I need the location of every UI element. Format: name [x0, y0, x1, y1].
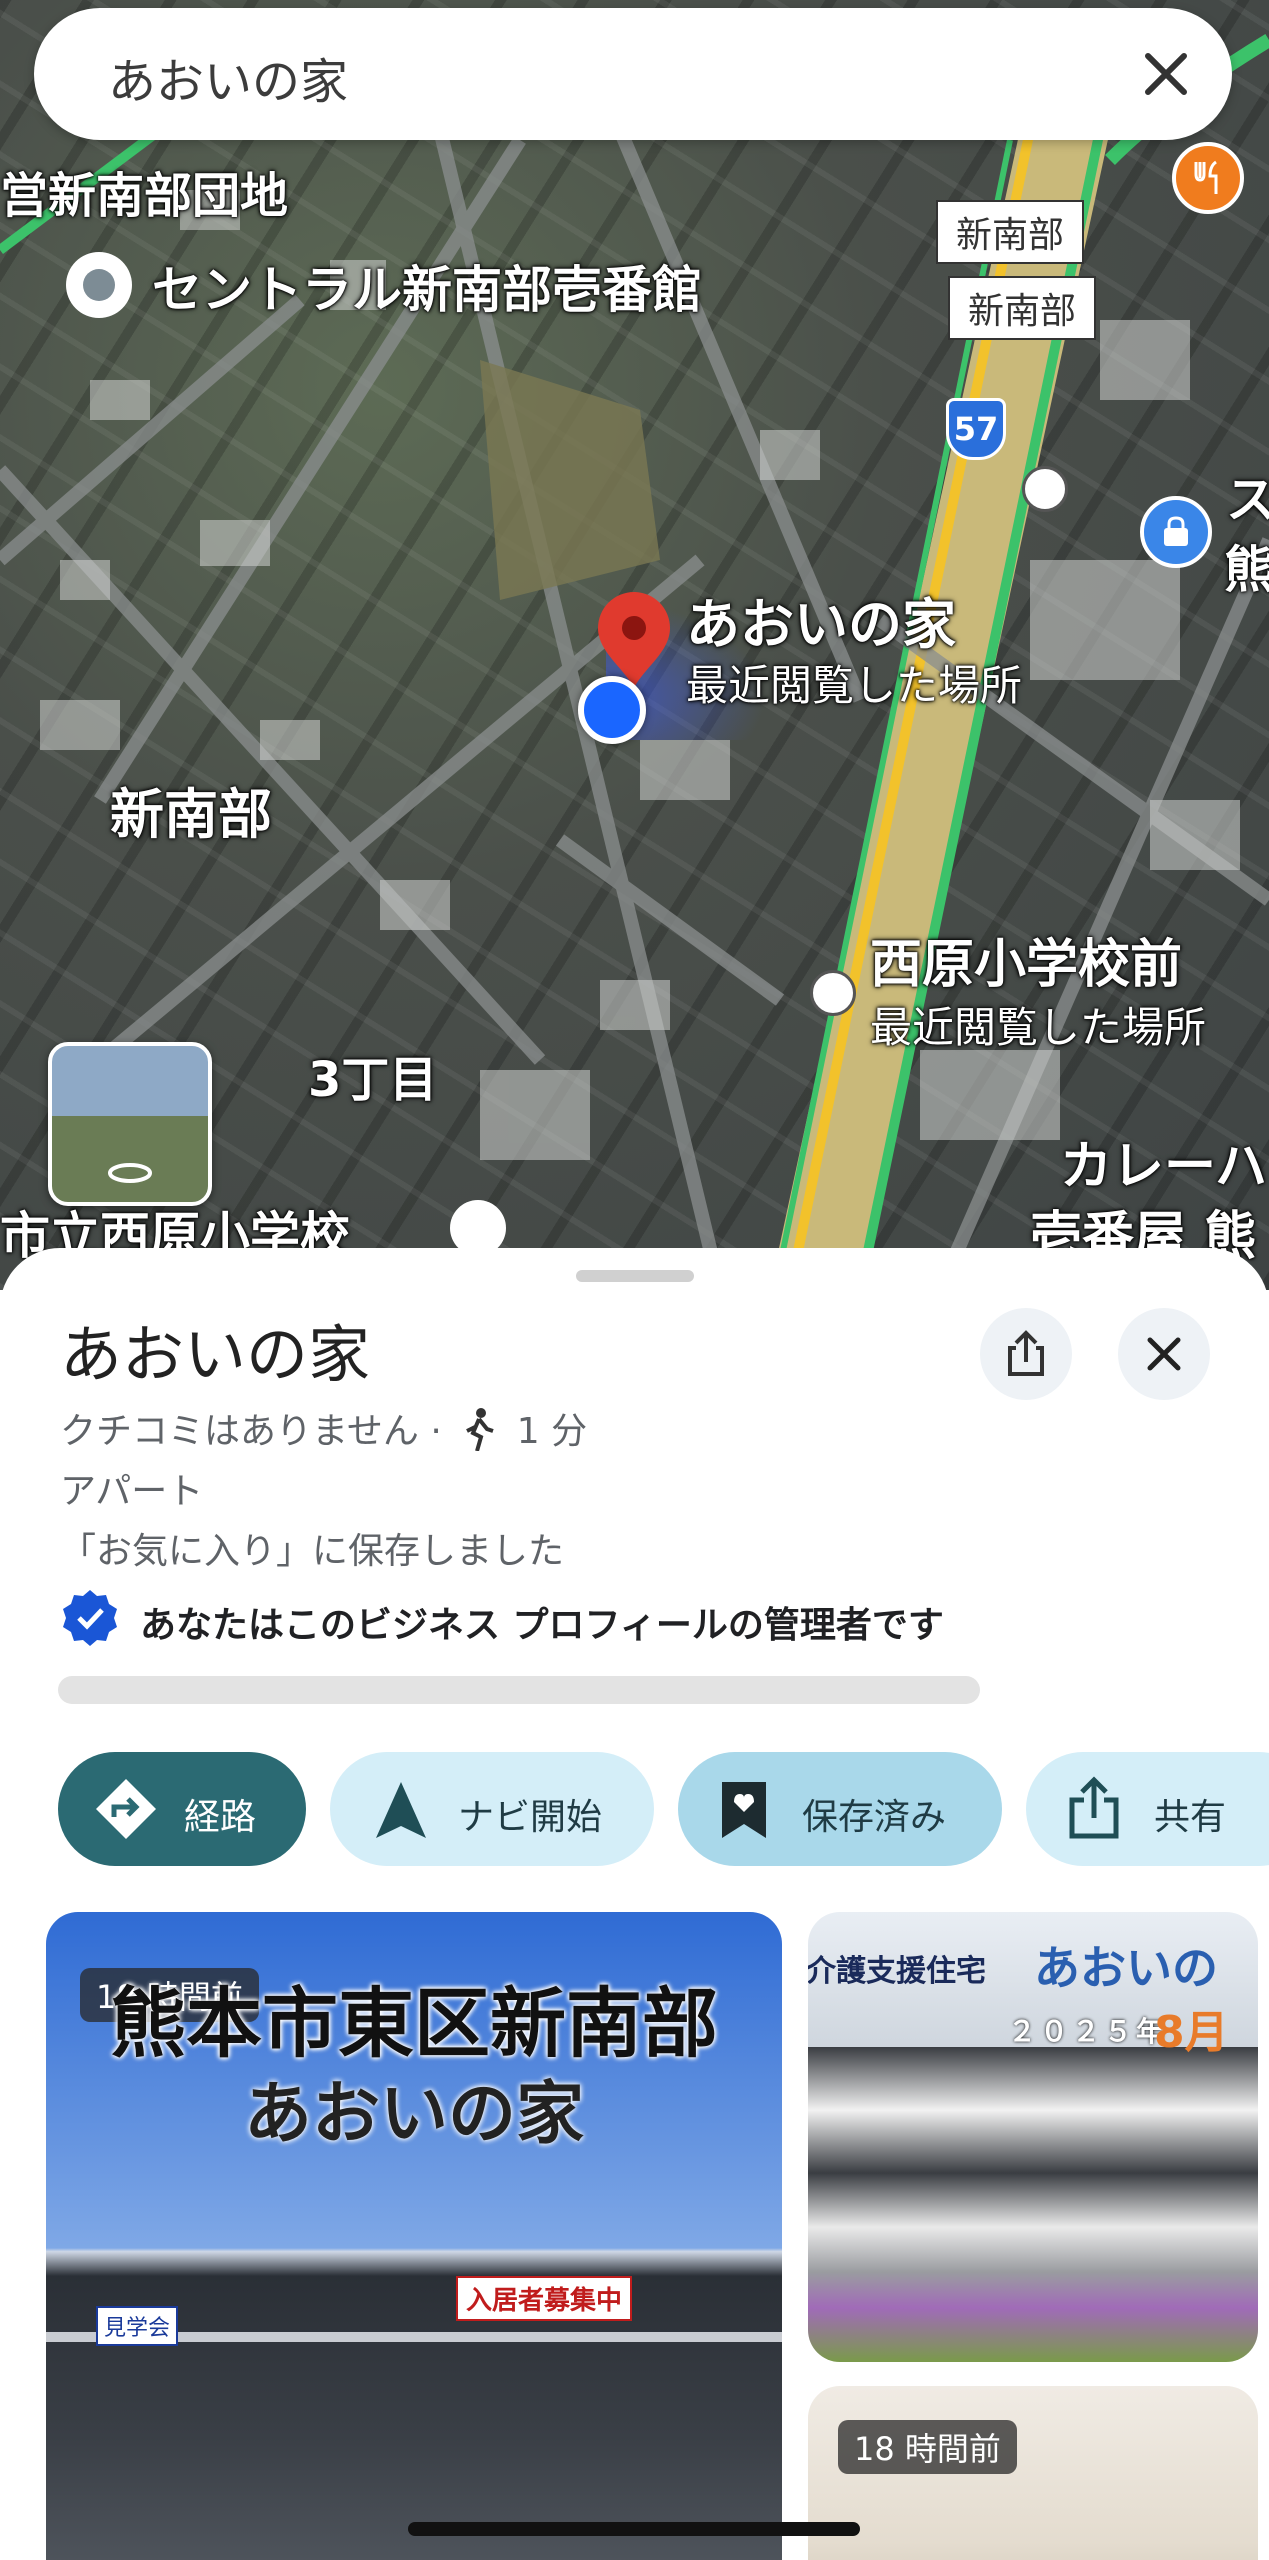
share-icon — [1008, 1330, 1044, 1376]
home-indicator — [408, 2522, 860, 2536]
saved-button[interactable]: 保存済み — [678, 1752, 1002, 1866]
place-sheet: あおいの家 クチコミはありません · 1 分 アパート 「お気に入り」に保存しま… — [0, 1248, 1269, 2560]
map-label-shinnanbu: 新南部 — [110, 783, 272, 846]
my-location-dot — [578, 676, 646, 744]
restaurant-icon[interactable] — [1172, 142, 1244, 214]
banner-open-house: 見学会 — [96, 2306, 179, 2346]
bus-stop-icon[interactable] — [810, 970, 856, 1016]
reviews-text: クチコミはありません · — [60, 1411, 442, 1452]
station-label-2[interactable]: 新南部 — [948, 276, 1097, 340]
selected-place-pin-icon[interactable] — [594, 590, 674, 690]
photo-side-top[interactable]: 介護支援住宅 あおいの ２０２５年 8月 — [808, 1912, 1258, 2362]
station-label-1[interactable]: 新南部 — [936, 200, 1085, 264]
bus-stop-icon[interactable] — [1022, 466, 1068, 512]
saved-note: 「お気に入り」に保存しました — [60, 1531, 565, 1572]
walk-time: 1 分 — [516, 1411, 588, 1452]
close-icon — [1147, 1337, 1181, 1371]
photo-main-caption-2: あおいの家 — [243, 2075, 584, 2154]
saved-label: 保存済み — [802, 1797, 947, 1838]
street-view-icon — [108, 1163, 152, 1183]
photo-side-top-date: ２０２５年 — [1008, 2015, 1169, 2048]
drag-handle[interactable] — [576, 1270, 694, 1282]
navigation-arrow-icon — [376, 1782, 426, 1838]
map-label-right-2: 熊 — [1224, 541, 1269, 599]
start-navigation-button[interactable]: ナビ開始 — [330, 1752, 654, 1866]
loading-bar — [58, 1676, 980, 1704]
poi-pin-icon[interactable] — [66, 252, 132, 318]
map-view[interactable]: 営新南部団地 セントラル新南部壱番館 新南部 新南部 57 ス 熊 あおいの家 … — [0, 0, 1269, 1290]
owner-note: あなたはこのビジネス プロフィールの管理者です — [140, 1605, 944, 1646]
share-icon — [1069, 1776, 1119, 1839]
photo-main-caption-1: 熊本市東区新南部 — [110, 1979, 718, 2068]
map-label-place[interactable]: あおいの家 — [686, 580, 956, 659]
navigate-label: ナビ開始 — [458, 1797, 603, 1838]
shopping-icon[interactable] — [1140, 496, 1212, 568]
photo-side-bottom[interactable]: 18 時間前 — [808, 2386, 1258, 2560]
map-label-right-1: ス — [1226, 471, 1269, 529]
photo-side-top-month: 8月 — [1154, 2007, 1229, 2058]
share-chip-button[interactable]: 共有 — [1026, 1752, 1269, 1866]
close-icon[interactable] — [1134, 42, 1198, 106]
directions-button[interactable]: 経路 — [58, 1752, 306, 1866]
place-meta-row: クチコミはありません · 1 分 — [60, 1402, 587, 1454]
place-category: アパート — [60, 1471, 204, 1512]
photo-side-top-name: あおいの — [1034, 1941, 1218, 1995]
directions-label: 経路 — [184, 1797, 257, 1838]
map-label-curry-1[interactable]: カレーハ — [1060, 1124, 1267, 1199]
walk-icon — [466, 1408, 494, 1452]
map-label-danchi: 営新南部団地 — [0, 168, 289, 224]
close-sheet-button[interactable] — [1118, 1308, 1210, 1400]
map-label-place-sub: 最近閲覧した場所 — [686, 661, 1023, 710]
street-view-thumbnail[interactable] — [48, 1042, 212, 1206]
bookmark-heart-icon — [722, 1782, 766, 1838]
verified-badge-icon — [63, 1590, 117, 1646]
search-bar[interactable]: あおいの家 — [34, 8, 1232, 140]
directions-icon — [96, 1779, 156, 1839]
share-label: 共有 — [1154, 1797, 1227, 1838]
owner-verified-row: あなたはこのビジネス プロフィールの管理者です — [60, 1588, 944, 1648]
banner-recruiting: 入居者募集中 — [456, 2276, 633, 2321]
photo-side-top-text: 介護支援住宅 — [808, 1954, 986, 1989]
map-label-bus-stop-sub: 最近閲覧した場所 — [870, 1003, 1207, 1052]
share-button[interactable] — [980, 1308, 1072, 1400]
search-query[interactable]: あおいの家 — [108, 42, 348, 112]
map-label-central[interactable]: セントラル新南部壱番館 — [152, 250, 702, 322]
map-label-chome: 3丁目 — [308, 1052, 438, 1108]
photo-time-badge: 18 時間前 — [838, 2420, 1017, 2474]
photo-main[interactable]: 18 時間前 熊本市東区新南部 あおいの家 見学会 入居者募集中 — [46, 1912, 782, 2560]
place-title: あおいの家 — [60, 1318, 371, 1391]
route-57-badge: 57 — [946, 398, 1006, 460]
map-label-bus-stop[interactable]: 西原小学校前 — [870, 922, 1182, 997]
